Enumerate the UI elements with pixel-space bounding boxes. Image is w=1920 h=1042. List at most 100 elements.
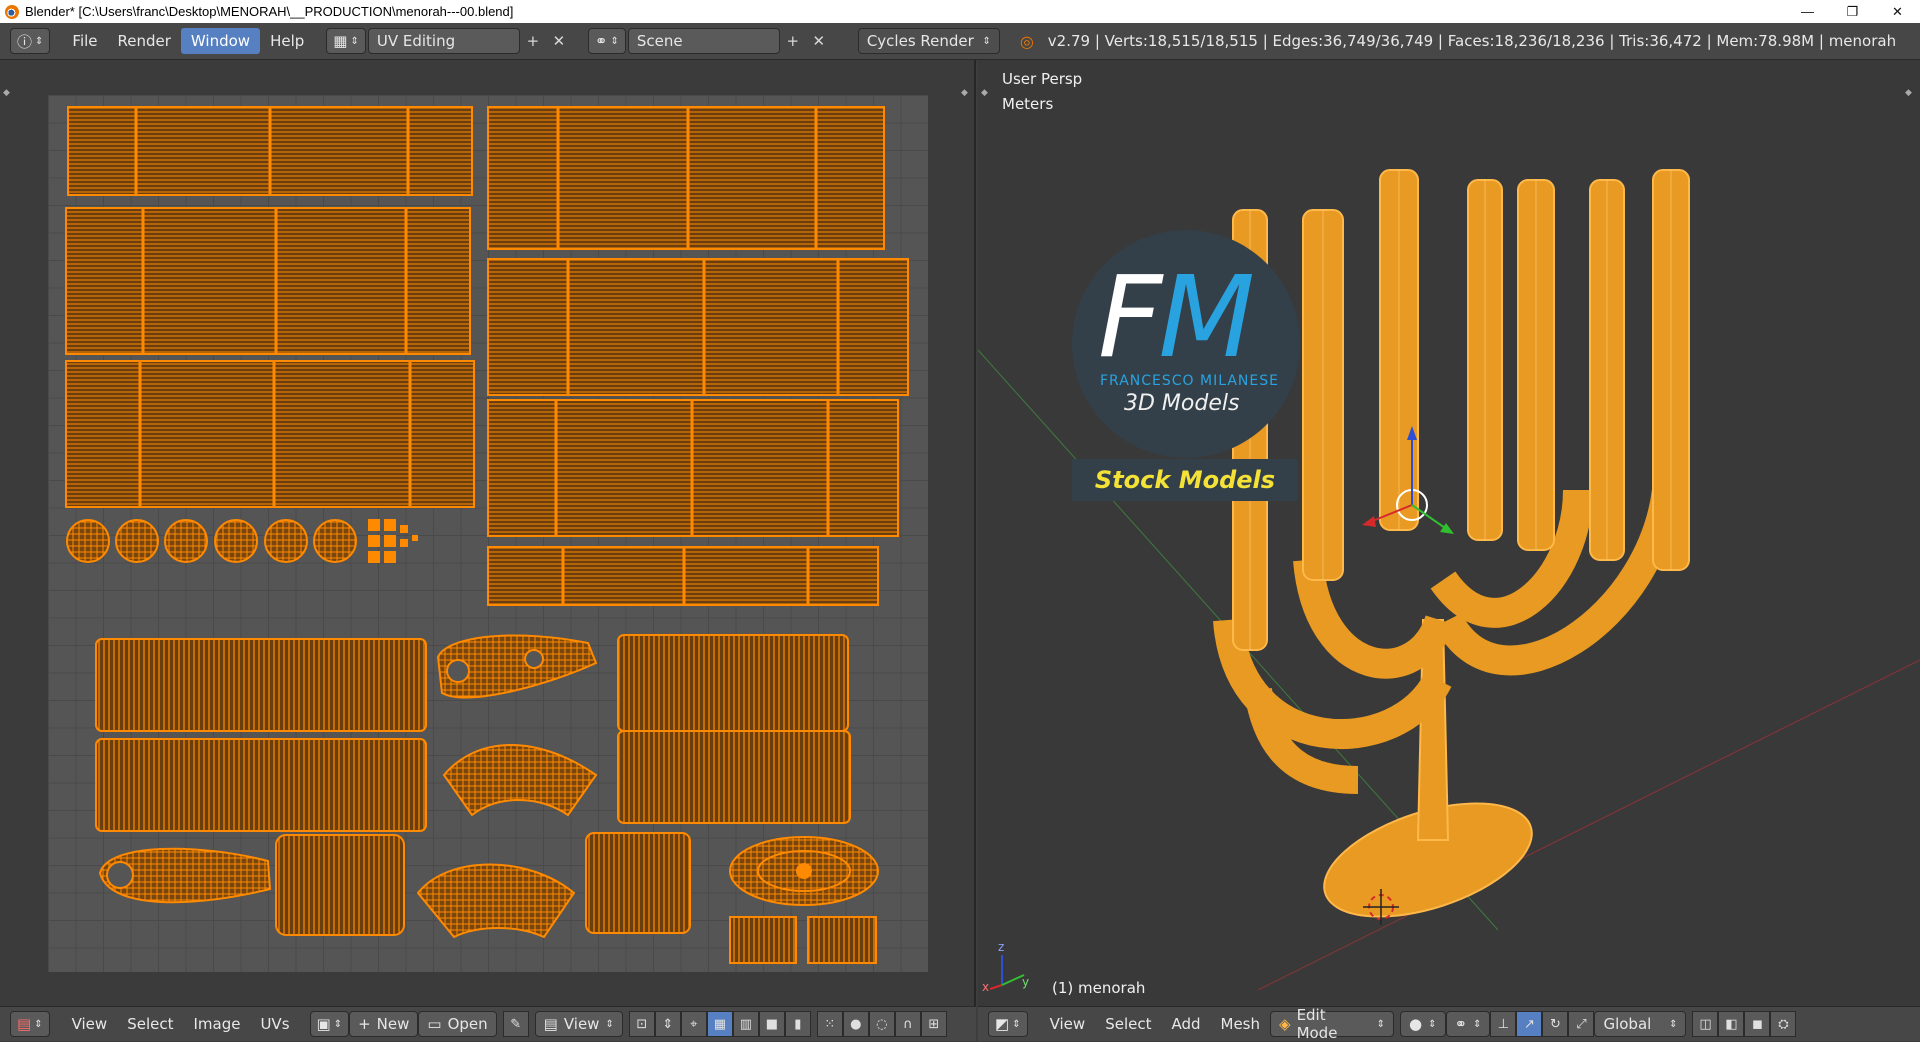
uv-island <box>275 834 405 936</box>
add-scene-button[interactable]: + <box>780 28 806 54</box>
viewport-scene <box>978 169 1920 991</box>
add-screen-button[interactable]: + <box>520 28 546 54</box>
interaction-mode-dropdown[interactable]: ◈ Edit Mode ⇕ <box>1270 1006 1395 1042</box>
uv-island <box>807 916 877 964</box>
snap-icon: ⁙ <box>824 1016 836 1032</box>
delete-scene-button[interactable]: ✕ <box>806 28 832 54</box>
maximize-button[interactable]: ❐ <box>1830 0 1875 23</box>
plus-icon: + <box>358 1015 371 1033</box>
uv-menu-image[interactable]: Image <box>183 1011 250 1037</box>
region-expand-right-icon[interactable]: ◆ <box>961 88 968 98</box>
viewport-menu-mesh[interactable]: Mesh <box>1211 1011 1271 1037</box>
uv-island <box>487 106 885 250</box>
menu-help[interactable]: Help <box>260 28 314 54</box>
scale-manipulator[interactable]: ⤢ <box>1568 1011 1595 1037</box>
uv-image-editor[interactable]: ◆ ◆ <box>0 60 976 1006</box>
image-icon: ▣ <box>316 1015 331 1033</box>
info-header: ⓘ ⇕ File Render Window Help ▦ ⇕ UV Editi… <box>0 23 1920 60</box>
shading-dropdown[interactable]: ● ⇕ <box>1400 1011 1446 1037</box>
snap-target-button[interactable]: ⁙ <box>816 1011 843 1037</box>
face-select-button[interactable]: ■ <box>758 1011 785 1037</box>
cube-icon: ◩ <box>995 1015 1010 1033</box>
uv-snap-button[interactable]: ∩ <box>894 1011 921 1037</box>
chevron-updown-icon: ⇕ <box>333 1018 343 1030</box>
falloff-button[interactable]: ◌ <box>868 1011 895 1037</box>
open-image-button[interactable]: ▭ Open <box>418 1011 497 1037</box>
vertex-mode-button[interactable]: ◫ <box>1692 1011 1719 1037</box>
3d-viewport[interactable]: ◆ ◆ User Persp Meters z y x (1) menorah <box>978 60 1920 1006</box>
plus-icon: + <box>786 32 800 50</box>
watermark-name: FRANCESCO MILANESE <box>1100 373 1279 389</box>
pin-image-button[interactable]: ✎ <box>502 1011 529 1037</box>
render-engine-dropdown[interactable]: Cycles Render ⇕ <box>857 28 1000 54</box>
image-browse-button[interactable]: ▣ ⇕ <box>309 1011 350 1037</box>
chevron-updown-icon: ⇕ <box>35 35 44 47</box>
axis-y-label: y <box>1022 975 1030 989</box>
uv-snap-mode-button[interactable]: ⊞ <box>920 1011 947 1037</box>
watermark-banner: Stock Models <box>1072 459 1298 501</box>
uv-menu-uvs[interactable]: UVs <box>250 1011 299 1037</box>
occlude-icon: ⛭ <box>1778 1016 1789 1032</box>
new-image-button[interactable]: + New <box>349 1011 419 1037</box>
vertex-icon: ▦ <box>713 1016 726 1032</box>
watermark-tagline: 3D Models <box>1124 391 1240 416</box>
window-titlebar: Blender* [C:\Users\franc\Desktop\MENORAH… <box>0 0 1920 23</box>
watermark-letter-f: F <box>1098 253 1162 383</box>
x-axis-line <box>1257 659 1920 991</box>
manipulator-toggle[interactable]: ⊥ <box>1490 1011 1517 1037</box>
translate-manipulator[interactable]: ↗ <box>1516 1011 1543 1037</box>
proportional-button[interactable]: ● <box>842 1011 869 1037</box>
close-button[interactable]: ✕ <box>1875 0 1920 23</box>
view-mode-dropdown[interactable]: ▤ View ⇕ <box>534 1011 623 1037</box>
sticky-mode-button[interactable]: ⌖ <box>680 1011 707 1037</box>
region-expand-left-icon[interactable]: ◆ <box>3 88 10 98</box>
image-editor-icon: ▤ <box>17 1015 32 1033</box>
uv-editor-header: ▤ ⇕ View Select Image UVs ▣ ⇕ + New ▭ Op… <box>0 1006 976 1041</box>
uv-menu-view[interactable]: View <box>62 1011 118 1037</box>
face-mode-button[interactable]: ◼ <box>1744 1011 1771 1037</box>
pivot-icon: ⊡ <box>636 1016 648 1032</box>
pivot-button[interactable]: ⊡ <box>628 1011 655 1037</box>
menu-file[interactable]: File <box>62 28 107 54</box>
uv-grid-canvas[interactable] <box>48 95 928 972</box>
uv-menu-select[interactable]: Select <box>117 1011 183 1037</box>
arrow-icon: ↗ <box>1524 1016 1535 1032</box>
face-icon: ■ <box>765 1016 778 1032</box>
viewport-menu-view[interactable]: View <box>1040 1011 1096 1037</box>
menu-render[interactable]: Render <box>108 28 181 54</box>
viewport-menu-add[interactable]: Add <box>1161 1011 1210 1037</box>
island-select-button[interactable]: ▮ <box>784 1011 811 1037</box>
uv-island <box>214 519 258 563</box>
scene-menu-button[interactable]: ⚭ ⇕ <box>587 28 626 54</box>
rotate-manipulator[interactable]: ↻ <box>1542 1011 1569 1037</box>
sync-selection-button[interactable]: ⇕ <box>654 1011 681 1037</box>
editor-type-info-button[interactable]: ⓘ ⇕ <box>10 28 51 54</box>
orientation-dropdown[interactable]: Global ⇕ <box>1594 1011 1687 1037</box>
edge-mode-button[interactable]: ◧ <box>1718 1011 1745 1037</box>
watermark-letters: FM <box>1098 262 1255 374</box>
delete-screen-button[interactable]: ✕ <box>546 28 572 54</box>
editor-type-uv-button[interactable]: ▤ ⇕ <box>10 1011 50 1037</box>
magnet-icon: ∩ <box>903 1016 913 1032</box>
uv-island <box>115 519 159 563</box>
axis-z-label: z <box>998 940 1005 954</box>
solid-shading-icon: ● <box>1409 1015 1423 1033</box>
viewport-menu-select[interactable]: Select <box>1095 1011 1161 1037</box>
snap-mode-icon: ⊞ <box>928 1016 940 1032</box>
screen-layout-field[interactable]: UV Editing <box>367 28 520 54</box>
scene-field[interactable]: Scene <box>627 28 780 54</box>
chevron-updown-icon: ⇕ <box>605 1018 614 1030</box>
edge-select-button[interactable]: ▥ <box>732 1011 759 1037</box>
x-icon: ✕ <box>812 32 826 50</box>
screen-layout-name: UV Editing <box>376 32 456 50</box>
editor-type-3d-button[interactable]: ◩ ⇕ <box>988 1011 1028 1037</box>
uv-island <box>442 744 598 817</box>
menu-window[interactable]: Window <box>180 28 261 54</box>
occlude-geometry-button[interactable]: ⛭ <box>1770 1011 1797 1037</box>
pivot-dropdown[interactable]: ⚭ ⇕ <box>1445 1011 1491 1037</box>
info-icon: ⓘ <box>17 32 33 51</box>
menorah-mesh <box>1213 169 1690 918</box>
vertex-select-button[interactable]: ▦ <box>706 1011 733 1037</box>
minimize-button[interactable]: — <box>1785 0 1830 23</box>
screen-layout-menu-button[interactable]: ▦ ⇕ <box>326 28 366 54</box>
